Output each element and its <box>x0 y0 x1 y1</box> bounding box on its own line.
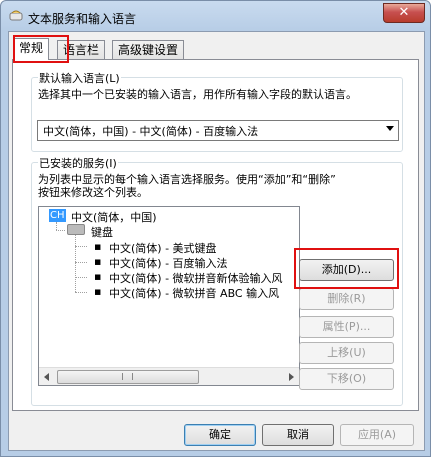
keyboard-app-icon <box>9 10 23 21</box>
scroll-right-icon[interactable] <box>289 373 294 381</box>
move-down-button[interactable]: 下移(O) <box>299 368 394 390</box>
move-up-button[interactable]: 上移(U) <box>299 342 394 364</box>
installed-services-description-line2: 按钮来修改这个列表。 <box>38 186 148 199</box>
tree-item-bullet: ▪ <box>94 270 102 283</box>
apply-button[interactable]: 应用(A) <box>340 424 414 446</box>
tab-advanced-keys[interactable]: 高级键设置 <box>112 40 185 59</box>
properties-button[interactable]: 属性(P)... <box>299 316 394 338</box>
highlight-box-general-tab <box>13 35 69 63</box>
services-tree[interactable]: CH 中文(简体，中国) 键盘 ▪ 中文(简体) - 美式键盘 ▪ 中文(简体)… <box>38 206 300 386</box>
tree-connector <box>75 235 76 292</box>
default-language-select[interactable]: 中文(简体，中国) - 中文(简体) - 百度输入法 <box>37 120 399 141</box>
tree-connector <box>56 230 65 231</box>
window-title: 文本服务和输入语言 <box>28 12 137 26</box>
tree-connector <box>75 277 87 278</box>
tree-item-bullet: ▪ <box>94 240 102 253</box>
tree-service-item[interactable]: 中文(简体) - 微软拼音 ABC 输入风 <box>109 285 279 301</box>
keyboard-icon <box>67 224 85 235</box>
installed-services-label: 已安装的服务(I) <box>38 155 118 171</box>
horizontal-scrollbar[interactable] <box>39 367 299 385</box>
tree-service-item[interactable]: 中文(简体) - 微软拼音新体验输入风 <box>109 270 283 286</box>
tree-service-item[interactable]: 中文(简体) - 美式键盘 <box>109 240 217 256</box>
dialog-window: 文本服务和输入语言 ✕ 常规 语言栏 高级键设置 默认输入语言(L) 选择其中一… <box>0 0 431 457</box>
tree-connector <box>56 222 57 230</box>
tree-service-item[interactable]: 中文(简体) - 百度输入法 <box>109 255 228 271</box>
tree-connector <box>75 246 87 247</box>
scroll-left-icon[interactable] <box>44 373 49 381</box>
tree-connector <box>75 292 87 293</box>
default-language-description: 选择其中一个已安装的输入语言，用作所有输入字段的默认语言。 <box>38 88 357 101</box>
tab-strip: 常规 语言栏 高级键设置 <box>9 38 424 60</box>
default-language-value: 中文(简体，中国) - 中文(简体) - 百度输入法 <box>43 125 259 138</box>
dialog-client: 常规 语言栏 高级键设置 默认输入语言(L) 选择其中一个已安装的输入语言，用作… <box>8 31 425 451</box>
cancel-button[interactable]: 取消 <box>262 424 334 446</box>
tree-item-bullet: ▪ <box>94 285 102 298</box>
tree-item-bullet: ▪ <box>94 255 102 268</box>
title-bar[interactable]: 文本服务和输入语言 ✕ <box>1 1 430 31</box>
highlight-box-add-button <box>294 248 399 289</box>
ok-button[interactable]: 确定 <box>184 424 256 446</box>
grip-icon <box>122 373 133 380</box>
remove-button[interactable]: 删除(R) <box>299 288 394 310</box>
close-icon: ✕ <box>398 5 410 20</box>
scrollbar-thumb[interactable] <box>57 370 199 384</box>
language-badge: CH <box>49 209 66 222</box>
tree-connector <box>75 262 87 263</box>
close-button[interactable]: ✕ <box>383 3 425 23</box>
tree-language-node[interactable]: 中文(简体，中国) <box>71 209 157 225</box>
chevron-down-icon <box>386 126 394 131</box>
tree-category-node[interactable]: 键盘 <box>91 224 113 240</box>
default-language-label: 默认输入语言(L) <box>38 70 121 86</box>
